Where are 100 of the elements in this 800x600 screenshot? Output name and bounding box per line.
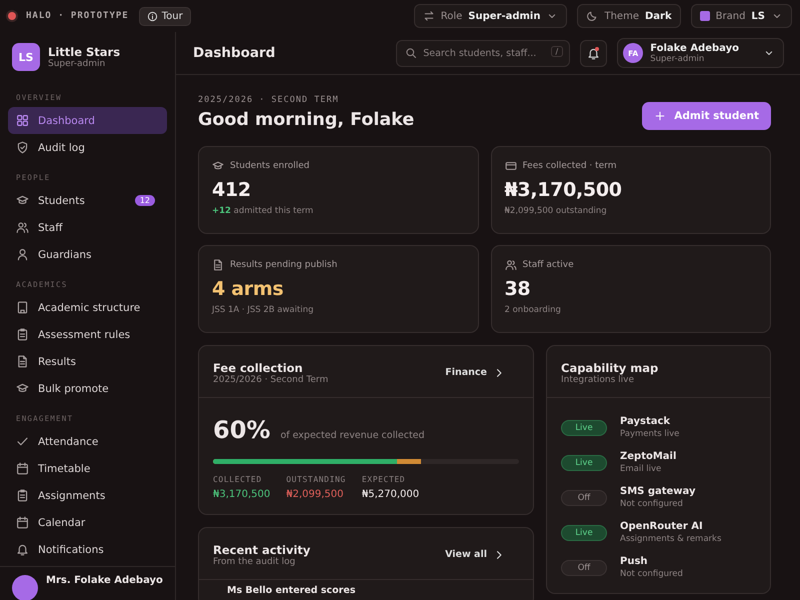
view-all-link[interactable]: View all	[445, 548, 519, 560]
figure-label: COLLECTED	[213, 475, 263, 484]
info-icon	[146, 10, 158, 22]
term-label: 2025/2026 · SECOND TERM	[198, 95, 340, 105]
page-title: Dashboard	[193, 45, 276, 61]
card-title: Fee collection	[213, 360, 304, 374]
user-name: Mrs. Folake Adebayo	[46, 575, 163, 588]
users-icon	[16, 221, 29, 234]
finance-link[interactable]: Finance	[445, 366, 519, 378]
integration-status: Payments live	[620, 429, 680, 439]
integration-status: Not configured	[620, 499, 684, 509]
stat-value: 38	[504, 278, 532, 300]
nav-item[interactable]: Students 12	[8, 187, 167, 214]
greeting-heading: Good morning, Folake	[198, 110, 414, 130]
app-brand: HALO · PROTOTYPE	[26, 11, 129, 21]
figure-label: OUTSTANDING	[286, 475, 346, 484]
integration-status: Email live	[620, 464, 662, 474]
stat-note: JSS 1A · JSS 2B awaiting	[212, 305, 314, 315]
stat-note: 2 onboarding	[504, 305, 562, 315]
shortcut-key: /	[550, 46, 564, 56]
card-title: Recent activity	[213, 542, 310, 556]
activity-item: Ms Bello entered scores	[226, 584, 356, 596]
checkmark-icon	[16, 435, 29, 448]
nav-item[interactable]: Audit log	[8, 134, 167, 161]
credit-card-icon	[504, 160, 516, 172]
nav-item[interactable]: Notifications	[8, 536, 167, 563]
org-role: Super-admin	[48, 59, 106, 69]
integration-name: SMS gateway	[620, 486, 696, 497]
graduation-cap-icon	[212, 160, 224, 172]
users-icon	[504, 259, 516, 271]
org-logo: LS	[12, 43, 40, 71]
notifications-button[interactable]	[580, 40, 608, 66]
integration-name: Push	[620, 556, 649, 567]
count-badge: 12	[134, 195, 155, 206]
graduation-cap-icon	[16, 382, 29, 395]
clipboard-icon	[16, 328, 29, 341]
clipboard-icon	[16, 489, 29, 502]
percent-value: 60%	[213, 416, 270, 444]
calendar-icon	[16, 462, 29, 475]
stat-value: 4 arms	[212, 278, 284, 300]
figure-value: ₦5,270,000	[362, 489, 420, 500]
status-pill: Live	[561, 454, 607, 470]
nav-item[interactable]: Guardians	[8, 241, 167, 268]
book-icon	[16, 301, 29, 314]
status-pill: Live	[561, 420, 607, 436]
org-name: Little Stars	[48, 45, 120, 59]
search-icon	[405, 46, 418, 58]
nav-item[interactable]: Dashboard	[8, 107, 167, 134]
stat-note: +12 admitted this term	[212, 206, 314, 216]
integration-name: ZeptoMail	[620, 451, 676, 462]
stat-label: Staff active	[522, 260, 574, 270]
nav-item[interactable]: Assessment rules	[8, 321, 167, 348]
stat-label: Results pending publish	[230, 260, 338, 270]
integration-status: Not configured	[620, 569, 683, 579]
integration-name: Paystack	[620, 416, 672, 427]
card-subtitle: Integrations live	[561, 374, 636, 384]
admit-student-button[interactable]: Admit student	[642, 102, 771, 130]
status-pill: Off	[561, 490, 607, 506]
status-pill: Off	[561, 560, 607, 576]
integration-name: OpenRouter AI	[620, 521, 704, 532]
grid-icon	[16, 114, 29, 127]
stat-note: ₦2,099,500 outstanding	[504, 206, 608, 216]
plus-icon	[654, 110, 666, 122]
bell-icon	[16, 543, 29, 556]
card-title: Capability map	[561, 360, 658, 374]
figure-value: ₦2,099,500	[286, 489, 345, 500]
calendar-icon	[16, 516, 29, 529]
card-subtitle: 2025/2026 · Second Term	[213, 374, 328, 384]
theme-switcher[interactable]: Theme Dark	[577, 4, 681, 28]
status-pill: Live	[561, 524, 607, 540]
status-dot	[8, 12, 16, 20]
stat-label: Students enrolled	[230, 161, 310, 171]
document-icon	[16, 355, 29, 368]
percent-caption: of expected revenue collected	[280, 430, 425, 441]
role-switcher[interactable]: Role Super-admin	[414, 4, 568, 28]
stat-label: Fees collected · term	[522, 161, 616, 171]
graduation-cap-icon	[16, 194, 29, 207]
shield-icon	[16, 141, 29, 154]
avatar	[12, 575, 38, 600]
stat-value: 412	[212, 179, 252, 201]
nav-item[interactable]: Assignments	[8, 482, 167, 509]
nav-item[interactable]: Staff	[8, 214, 167, 241]
nav-item[interactable]: Calendar	[8, 509, 167, 536]
figure-value: ₦3,170,500	[213, 489, 270, 500]
bell-icon	[587, 46, 600, 60]
tour-button[interactable]: Tour	[138, 6, 191, 26]
nav-item[interactable]: Academic structure	[8, 294, 167, 321]
stat-value: ₦3,170,500	[504, 179, 623, 201]
integration-status: Assignments & remarks	[620, 534, 722, 544]
nav-item[interactable]: Results	[8, 348, 167, 375]
nav-item[interactable]: Timetable	[8, 455, 167, 482]
user-icon	[16, 248, 29, 261]
moon-icon	[586, 10, 598, 22]
document-icon	[212, 259, 224, 271]
card-subtitle: From the audit log	[213, 556, 296, 566]
nav-item[interactable]: Bulk promote	[8, 375, 167, 402]
figure-label: EXPECTED	[362, 475, 406, 484]
brand-switcher[interactable]: Brand LS	[690, 4, 792, 28]
nav-item[interactable]: Attendance	[8, 428, 167, 455]
swap-arrows-icon	[422, 10, 435, 22]
